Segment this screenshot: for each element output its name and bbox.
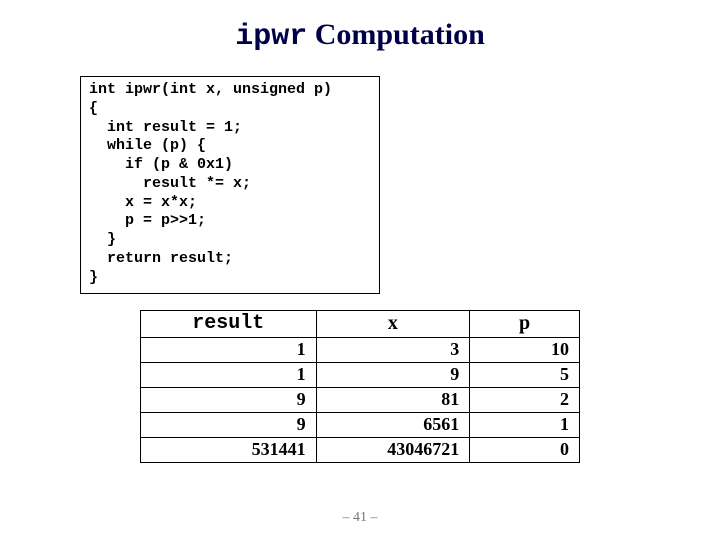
cell-result: 531441 — [141, 438, 317, 463]
cell-x: 81 — [316, 388, 470, 413]
col-header-result: result — [141, 311, 317, 338]
table-header-row: result x p — [141, 311, 580, 338]
title-text: Computation — [307, 18, 485, 51]
col-header-p: p — [470, 311, 580, 338]
table-row: 1 3 10 — [141, 338, 580, 363]
col-header-x: x — [316, 311, 470, 338]
table-row: 531441 43046721 0 — [141, 438, 580, 463]
cell-result: 9 — [141, 388, 317, 413]
cell-x: 9 — [316, 363, 470, 388]
cell-result: 1 — [141, 363, 317, 388]
cell-p: 10 — [470, 338, 580, 363]
table-row: 9 81 2 — [141, 388, 580, 413]
trace-table: result x p 1 3 10 1 9 5 9 81 2 9 — [140, 310, 580, 463]
cell-result: 9 — [141, 413, 317, 438]
cell-p: 2 — [470, 388, 580, 413]
cell-x: 6561 — [316, 413, 470, 438]
slide-number: – 41 – — [0, 510, 720, 526]
cell-p: 5 — [470, 363, 580, 388]
table-row: 9 6561 1 — [141, 413, 580, 438]
cell-p: 0 — [470, 438, 580, 463]
slide-title: ipwr Computation — [0, 18, 720, 54]
title-code-token: ipwr — [235, 20, 307, 54]
cell-x: 3 — [316, 338, 470, 363]
code-box: int ipwr(int x, unsigned p) { int result… — [80, 76, 380, 294]
code-listing: int ipwr(int x, unsigned p) { int result… — [89, 81, 371, 287]
cell-p: 1 — [470, 413, 580, 438]
table-row: 1 9 5 — [141, 363, 580, 388]
cell-result: 1 — [141, 338, 317, 363]
cell-x: 43046721 — [316, 438, 470, 463]
